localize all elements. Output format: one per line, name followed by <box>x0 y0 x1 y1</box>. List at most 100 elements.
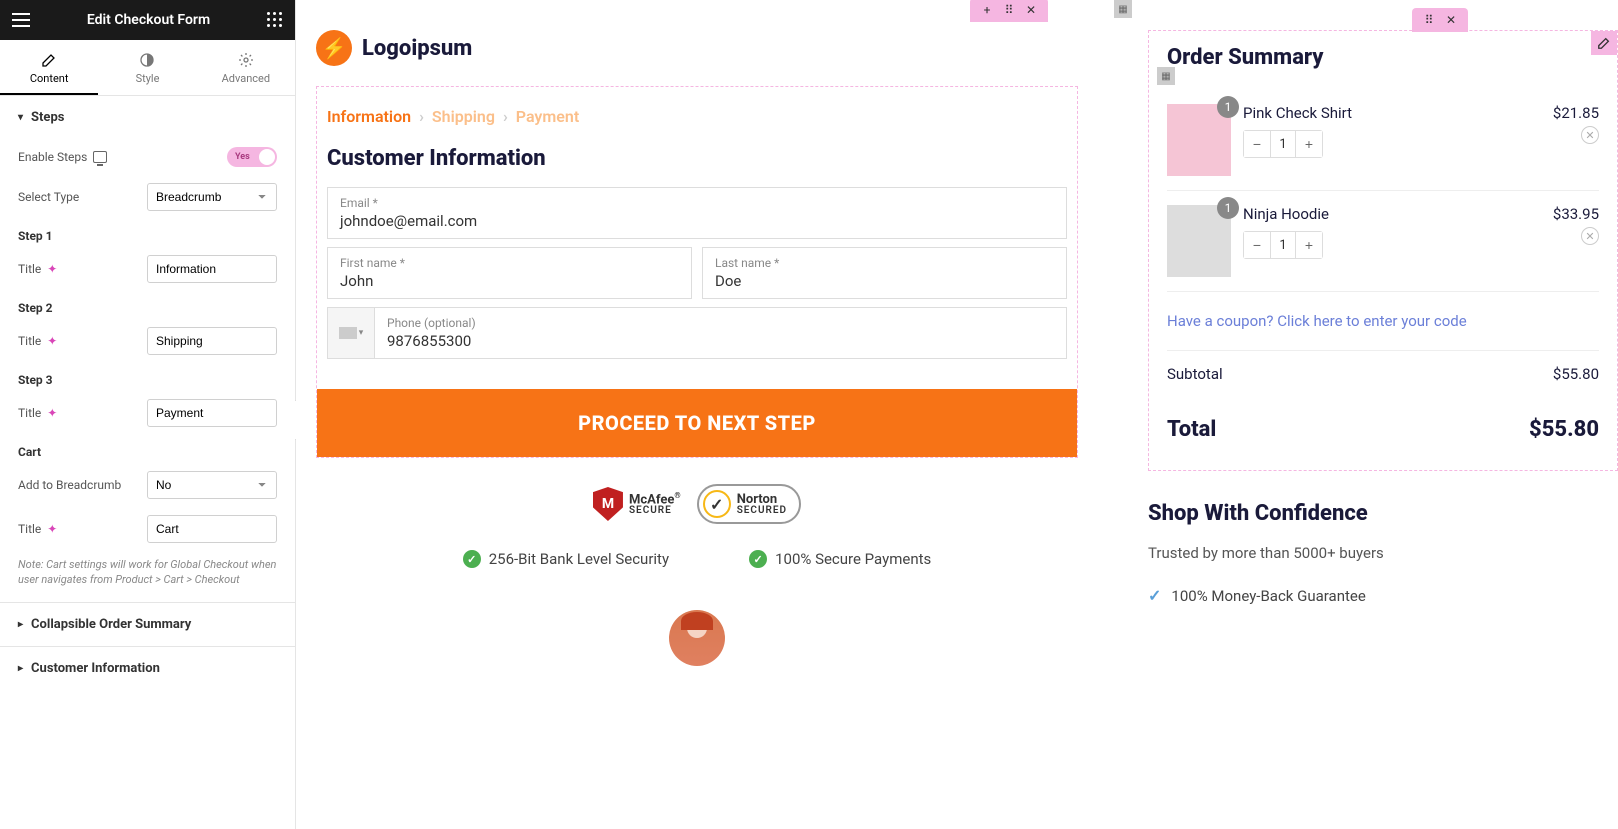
section-steps[interactable]: Steps <box>0 96 295 139</box>
cart-title-label: Title✦ <box>18 522 57 536</box>
widget-toolbar: ⠿ ✕ <box>1412 8 1468 32</box>
qty-value: 1 <box>1270 232 1296 258</box>
step1-title-input[interactable] <box>147 255 277 283</box>
pencil-icon <box>41 52 57 68</box>
add-breadcrumb-dropdown[interactable]: No <box>147 471 277 499</box>
email-label: Email * <box>340 196 1054 210</box>
phone-value: 9876855300 <box>387 332 1054 350</box>
qty-badge: 1 <box>1217 197 1239 219</box>
email-field[interactable]: Email * johndoe@email.com <box>327 187 1067 239</box>
section-customer-info[interactable]: Customer Information <box>0 646 295 690</box>
product-name: Pink Check Shirt <box>1243 104 1352 122</box>
breadcrumb: Information › Shipping › Payment <box>317 87 1077 138</box>
checkout-form-widget[interactable]: Information › Shipping › Payment Custome… <box>316 86 1078 458</box>
breadcrumb-step-1[interactable]: Information <box>327 107 411 126</box>
tab-content[interactable]: Content <box>0 40 98 95</box>
step3-heading: Step 3 <box>0 363 295 391</box>
step1-heading: Step 1 <box>0 219 295 247</box>
remove-item-button[interactable]: ✕ <box>1581 126 1599 144</box>
phone-field[interactable]: Phone (optional) 9876855300 <box>375 307 1067 359</box>
menu-icon[interactable] <box>12 13 30 27</box>
qty-minus-button[interactable]: − <box>1244 131 1270 157</box>
subtotal-row: Subtotal $55.80 <box>1167 351 1599 397</box>
shield-icon: M <box>593 487 623 521</box>
proceed-button[interactable]: PROCEED TO NEXT STEP <box>317 389 1077 457</box>
editor-sidebar: Edit Checkout Form Content Style Advance… <box>0 0 296 829</box>
last-name-label: Last name * <box>715 256 1054 270</box>
remove-item-button[interactable]: ✕ <box>1581 227 1599 245</box>
quantity-stepper: − 1 + <box>1243 130 1323 158</box>
coupon-link[interactable]: Have a coupon? Click here to enter your … <box>1167 292 1599 351</box>
confidence-section: Shop With Confidence Trusted by more tha… <box>1118 471 1618 611</box>
add-icon[interactable]: + <box>976 1 998 19</box>
close-icon[interactable]: ✕ <box>1020 1 1042 19</box>
breadcrumb-step-2[interactable]: Shipping <box>432 107 495 126</box>
last-name-value: Doe <box>715 272 1054 290</box>
dynamic-icon[interactable]: ✦ <box>47 262 57 276</box>
first-name-field[interactable]: First name * John <box>327 247 692 299</box>
dynamic-icon[interactable]: ✦ <box>47 334 57 348</box>
cart-note: Note: Cart settings will work for Global… <box>0 551 295 602</box>
drag-icon[interactable]: ⠿ <box>1418 11 1440 29</box>
dynamic-icon[interactable]: ✦ <box>47 406 57 420</box>
confidence-title: Shop With Confidence <box>1148 501 1618 526</box>
qty-plus-button[interactable]: + <box>1296 131 1322 157</box>
qty-plus-button[interactable]: + <box>1296 232 1322 258</box>
sidebar-header: Edit Checkout Form <box>0 0 295 40</box>
trust-item: ✓256-Bit Bank Level Security <box>463 550 669 568</box>
country-code-selector[interactable] <box>327 307 375 359</box>
column-handle-icon[interactable]: ▦ <box>1157 67 1175 85</box>
responsive-icon[interactable] <box>93 151 107 163</box>
tab-advanced[interactable]: Advanced <box>197 40 295 95</box>
breadcrumb-step-3[interactable]: Payment <box>516 107 579 126</box>
dynamic-icon[interactable]: ✦ <box>47 522 57 536</box>
chevron-right-icon: › <box>419 107 424 126</box>
pencil-icon <box>1597 36 1611 50</box>
order-summary-widget[interactable]: ▦ Order Summary 1 Pink Check Shirt $21.8… <box>1148 30 1618 471</box>
cart-item: 1 Ninja Hoodie $33.95 − 1 + ✕ <box>1167 191 1599 292</box>
column-handle-icon[interactable]: ▦ <box>1114 0 1132 18</box>
email-value: johndoe@email.com <box>340 212 1054 230</box>
product-thumbnail: 1 <box>1167 104 1231 176</box>
controls-panel: Steps Enable Steps Yes Select Type Bread… <box>0 96 295 829</box>
step2-heading: Step 2 <box>0 291 295 319</box>
select-type-dropdown[interactable]: Breadcrumb <box>147 183 277 211</box>
product-thumbnail: 1 <box>1167 205 1231 277</box>
check-icon: ✓ <box>749 550 767 568</box>
check-icon: ✓ <box>1148 586 1161 605</box>
brand-logo-icon: ⚡ <box>316 30 352 66</box>
first-name-value: John <box>340 272 679 290</box>
step2-title-label: Title✦ <box>18 334 57 348</box>
add-breadcrumb-label: Add to Breadcrumb <box>18 478 121 492</box>
editor-canvas: + ⠿ ✕ ⚡ Logoipsum Information › Shipping… <box>296 0 1618 829</box>
avatar <box>669 610 725 666</box>
contrast-icon <box>139 52 155 68</box>
confidence-subtitle: Trusted by more than 5000+ buyers <box>1148 544 1618 562</box>
section-collapsible-summary[interactable]: Collapsible Order Summary <box>0 602 295 646</box>
qty-badge: 1 <box>1217 96 1239 118</box>
mcafee-badge: M McAfee®SECURE <box>593 487 681 521</box>
qty-minus-button[interactable]: − <box>1244 232 1270 258</box>
brand-name: Logoipsum <box>362 36 472 61</box>
cart-item: 1 Pink Check Shirt $21.85 − 1 + ✕ <box>1167 90 1599 191</box>
step2-title-input[interactable] <box>147 327 277 355</box>
sidebar-title: Edit Checkout Form <box>30 12 267 28</box>
trust-item: ✓100% Secure Payments <box>749 550 931 568</box>
gear-icon <box>238 52 254 68</box>
cart-heading: Cart <box>0 435 295 463</box>
total-row: Total $55.80 <box>1167 397 1599 456</box>
last-name-field[interactable]: Last name * Doe <box>702 247 1067 299</box>
main-column: + ⠿ ✕ ⚡ Logoipsum Information › Shipping… <box>296 0 1118 829</box>
step1-title-label: Title✦ <box>18 262 57 276</box>
close-icon[interactable]: ✕ <box>1440 11 1462 29</box>
trust-badges: M McAfee®SECURE ✓ NortonSECURED <box>296 458 1098 538</box>
apps-grid-icon[interactable] <box>267 12 283 28</box>
cart-title-input[interactable] <box>147 515 277 543</box>
norton-badge: ✓ NortonSECURED <box>697 484 801 524</box>
tab-style[interactable]: Style <box>98 40 196 95</box>
enable-steps-toggle[interactable]: Yes <box>227 147 277 167</box>
step3-title-input[interactable] <box>147 399 277 427</box>
edit-widget-button[interactable] <box>1591 31 1617 55</box>
drag-icon[interactable]: ⠿ <box>998 1 1020 19</box>
phone-label: Phone (optional) <box>387 316 1054 330</box>
